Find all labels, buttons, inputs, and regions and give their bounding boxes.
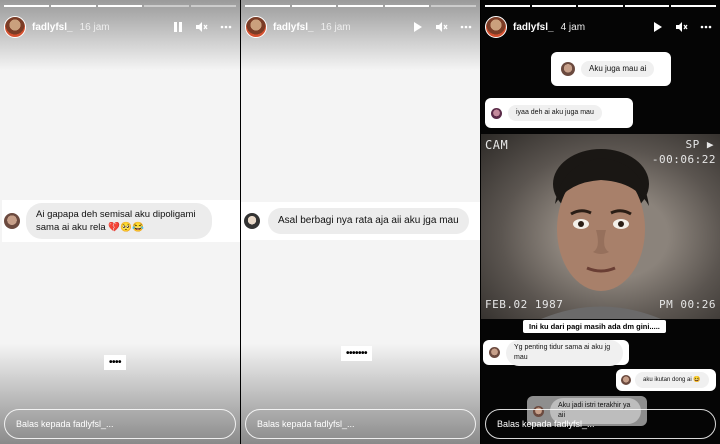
cam-timer: -00:06:22 (651, 153, 716, 166)
dm-card: aku ikutan dong ai 😆 (616, 369, 716, 391)
dm-card: Yg penting tidur sama ai aku jg mau (483, 339, 629, 366)
story-header: fadlyfsl_ 16 jam (245, 16, 476, 38)
dm-card: Aku juga mau ai (551, 52, 671, 86)
progress-segment (291, 5, 337, 7)
play-icon[interactable] (413, 21, 423, 33)
story-panel-3[interactable]: fadlyfsl_ 4 jam Aku juga mau ai iyaa deh… (481, 0, 720, 444)
progress-segment (338, 5, 383, 7)
reply-placeholder: Balas kepada fadlyfsl_... (497, 419, 595, 429)
timestamp: 16 jam (79, 21, 110, 33)
progress-segment (485, 5, 530, 7)
reply-input[interactable]: Balas kepada fadlyfsl_... (485, 409, 716, 439)
story-panel-1[interactable]: fadlyfsl_ 16 jam Ai gapapa deh semisal a… (0, 0, 240, 444)
timestamp: 4 jam (560, 21, 586, 33)
reply-input[interactable]: Balas kepada fadlyfsl_... (245, 409, 476, 439)
progress-segment (578, 5, 623, 7)
avatar[interactable] (4, 16, 26, 38)
dm-text: Yg penting tidur sama ai aku jg mau (506, 339, 623, 366)
pause-icon[interactable] (173, 21, 183, 33)
message-card: Asal berbagi nya rata aja aii aku jga ma… (241, 202, 480, 240)
dm-card: iyaa deh ai aku juga mau (485, 98, 633, 128)
reply-placeholder: Balas kepada fadlyfsl_... (16, 419, 114, 429)
cam-time: PM 00:26 (659, 298, 716, 311)
dm-text: Aku juga mau ai (581, 61, 655, 77)
progress-segment (384, 5, 430, 7)
dots-sticker: ••••••• (341, 346, 373, 361)
progress-segment (671, 5, 716, 7)
dm-text: aku ikutan dong ai 😆 (635, 372, 709, 388)
cam-label: CAM (485, 138, 509, 152)
mute-icon[interactable] (675, 21, 688, 33)
story-header: fadlyfsl_ 4 jam (485, 16, 716, 38)
progress-segment (191, 5, 236, 7)
sender-avatar (244, 213, 260, 229)
avatar[interactable] (245, 16, 267, 38)
more-options-icon[interactable] (700, 25, 712, 29)
sender-avatar (4, 213, 20, 229)
reply-input[interactable]: Balas kepada fadlyfsl_... (4, 409, 236, 439)
mute-icon[interactable] (435, 21, 448, 33)
story-panel-2[interactable]: fadlyfsl_ 16 jam Asal berbagi nya rata a… (241, 0, 480, 444)
avatar[interactable] (485, 16, 507, 38)
progress-segment (531, 5, 577, 7)
more-options-icon[interactable] (220, 25, 232, 29)
timestamp: 16 jam (320, 21, 351, 33)
sender-avatar (561, 62, 575, 76)
mute-icon[interactable] (195, 21, 208, 33)
username[interactable]: fadlyfsl_ (513, 22, 554, 33)
dots-sticker: •••• (104, 355, 127, 370)
message-card: Ai gapapa deh semisal aku dipoligami sam… (2, 200, 240, 242)
cam-date: FEB.02 1987 (485, 298, 564, 311)
progress-segment (431, 5, 476, 7)
progress-segment (50, 5, 96, 7)
sender-avatar (489, 347, 500, 358)
username[interactable]: fadlyfsl_ (32, 22, 73, 33)
face-illustration (541, 149, 661, 319)
dm-text: iyaa deh ai aku juga mau (508, 105, 602, 121)
sender-avatar (491, 107, 502, 119)
cam-sp: SP ▶ (685, 138, 714, 151)
progress-bar (485, 5, 716, 7)
progress-segment (144, 5, 190, 7)
progress-segment (4, 5, 49, 7)
sender-avatar (621, 375, 631, 385)
play-icon[interactable] (653, 21, 663, 33)
selfie-photo: CAM SP ▶ -00:06:22 FEB.02 1987 PM 00:26 (481, 134, 720, 319)
reply-placeholder: Balas kepada fadlyfsl_... (257, 419, 355, 429)
story-caption: Ini ku dari pagi masih ada dm gini..... (523, 320, 666, 333)
story-header: fadlyfsl_ 16 jam (4, 16, 236, 38)
progress-bar (4, 5, 236, 7)
progress-bar (245, 5, 476, 7)
username[interactable]: fadlyfsl_ (273, 22, 314, 33)
more-options-icon[interactable] (460, 25, 472, 29)
message-bubble: Ai gapapa deh semisal aku dipoligami sam… (26, 203, 212, 239)
message-bubble: Asal berbagi nya rata aja aii aku jga ma… (268, 208, 469, 234)
progress-segment (624, 5, 670, 7)
progress-segment (245, 5, 290, 7)
progress-segment (97, 5, 143, 7)
